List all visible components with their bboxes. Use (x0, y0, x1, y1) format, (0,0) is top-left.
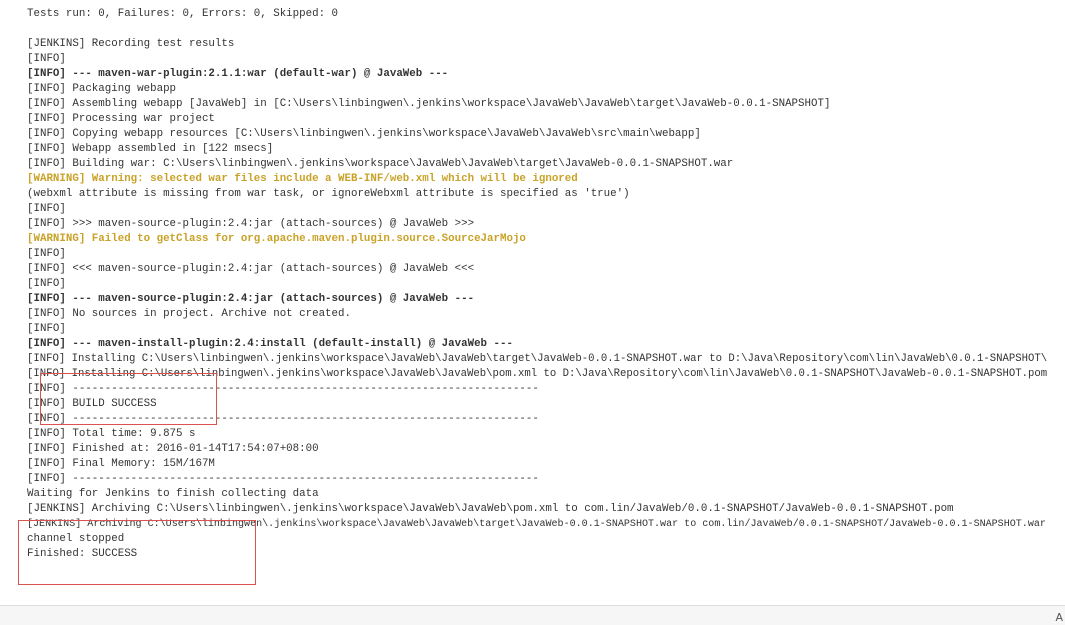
console-line: [INFO] (27, 53, 66, 65)
console-line: [INFO] Copying webapp resources [C:\User… (27, 128, 701, 140)
console-line: [INFO] Total time: 9.875 s (27, 428, 196, 440)
footer-text: A (1055, 611, 1063, 624)
console-line: [INFO] Installing C:\Users\linbingwen\.j… (27, 353, 1048, 365)
console-line: [INFO] Installing C:\Users\linbingwen\.j… (27, 368, 1048, 380)
console-warning-line: [WARNING] Failed to getClass for org.apa… (27, 233, 526, 245)
console-line: [INFO] <<< maven-source-plugin:2.4:jar (… (27, 263, 475, 275)
console-line: [INFO] (27, 203, 66, 215)
console-line: Waiting for Jenkins to finish collecting… (27, 488, 319, 500)
console-line: [INFO] ---------------------------------… (27, 383, 539, 395)
console-line: [INFO] Processing war project (27, 113, 215, 125)
console-line: [INFO] No sources in project. Archive no… (27, 308, 351, 320)
console-line: [JENKINS] Recording test results (27, 38, 235, 50)
console-line: [INFO] --- maven-source-plugin:2.4:jar (… (27, 293, 475, 305)
console-line: [INFO] ---------------------------------… (27, 473, 539, 485)
console-line: [INFO] Final Memory: 15M/167M (27, 458, 215, 470)
console-line: [INFO] (27, 278, 66, 290)
console-line: [INFO] (27, 248, 66, 260)
console-line: channel stopped (27, 533, 125, 545)
console-line: [INFO] --- maven-install-plugin:2.4:inst… (27, 338, 513, 350)
console-line: [JENKINS] Archiving C:\Users\linbingwen\… (27, 503, 954, 515)
console-line: [INFO] >>> maven-source-plugin:2.4:jar (… (27, 218, 475, 230)
console-line: [INFO] --- maven-war-plugin:2.1.1:war (d… (27, 68, 449, 80)
console-line: (webxml attribute is missing from war ta… (27, 188, 630, 200)
console-warning-line: [WARNING] Warning: selected war files in… (27, 173, 578, 185)
console-line: Tests run: 0, Failures: 0, Errors: 0, Sk… (27, 8, 339, 20)
console-line: [INFO] (27, 323, 66, 335)
console-line: [INFO] BUILD SUCCESS (27, 398, 157, 410)
console-line: [INFO] Finished at: 2016-01-14T17:54:07+… (27, 443, 319, 455)
console-line: Finished: SUCCESS (27, 548, 138, 560)
console-output: Tests run: 0, Failures: 0, Errors: 0, Sk… (27, 7, 1063, 562)
console-line: [INFO] Building war: C:\Users\linbingwen… (27, 158, 734, 170)
console-line: [INFO] Webapp assembled in [122 msecs] (27, 143, 274, 155)
console-line: [INFO] Packaging webapp (27, 83, 177, 95)
console-line: [INFO] Assembling webapp [JavaWeb] in [C… (27, 98, 831, 110)
console-line: [INFO] ---------------------------------… (27, 413, 539, 425)
page-footer: A (0, 605, 1065, 625)
console-line: [JENKINS] Archiving C:\Users\linbingwen\… (27, 519, 1046, 530)
